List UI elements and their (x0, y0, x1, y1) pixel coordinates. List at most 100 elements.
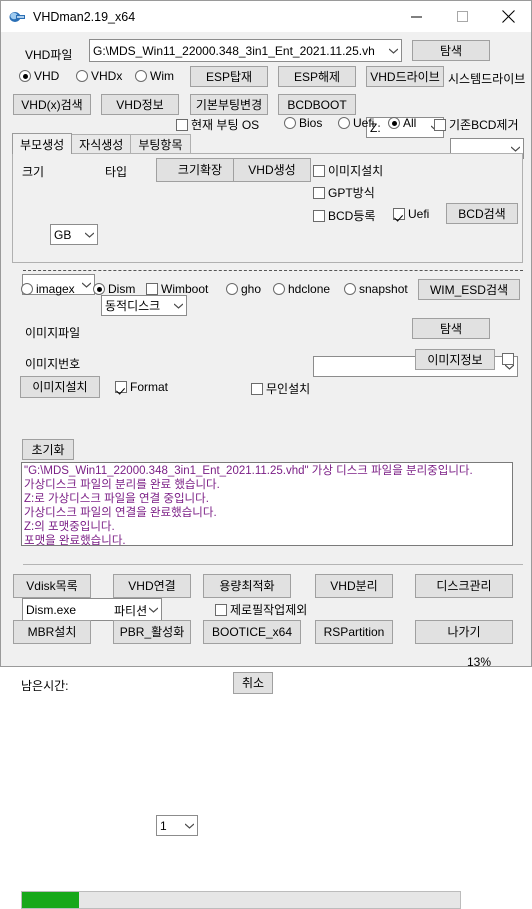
log-line[interactable]: 가상디스크 파일의 연결을 완료했습니다. (24, 506, 512, 520)
image-install-box (313, 164, 325, 177)
bcd-register-box (313, 209, 325, 222)
image-info-button[interactable]: 이미지정보 (415, 349, 495, 370)
exit-button[interactable]: 나가기 (415, 620, 513, 644)
radio-hdclone-label: hdclone (288, 282, 331, 296)
mbr-install-button[interactable]: MBR설치 (13, 620, 91, 644)
remove-bcd-box (434, 118, 446, 131)
radio-dism[interactable]: Dism (93, 282, 135, 296)
gpt-checkbox[interactable]: GPT방식 (313, 184, 375, 201)
close-icon[interactable] (485, 1, 531, 32)
current-boot-os-checkbox[interactable]: 현재 부팅 OS (176, 116, 259, 133)
separator-dashed (23, 270, 523, 271)
radio-bios-label: Bios (299, 116, 323, 130)
log-line[interactable]: "G:\MDS_Win11_22000.348_3in1_Ent_2021.11… (24, 464, 512, 478)
radio-all-label: All (403, 116, 417, 130)
unattend-label: 무인설치 (266, 382, 311, 396)
radio-vhd-dot (19, 70, 31, 82)
vhdfile-combo[interactable]: G:\MDS_Win11_22000.348_3in1_Ent_2021.11.… (89, 39, 402, 62)
vdisk-list-button[interactable]: Vdisk목록 (13, 574, 91, 598)
radio-gho[interactable]: gho (226, 282, 261, 296)
remove-bcd-label: 기존BCD제거 (449, 118, 519, 132)
reset-button[interactable]: 초기화 (22, 439, 74, 460)
app-icon (9, 9, 27, 25)
image-install-button[interactable]: 이미지설치 (20, 376, 100, 398)
pbr-activate-button[interactable]: PBR_활성화 (113, 620, 191, 644)
radio-hdclone-dot (273, 283, 285, 295)
uefi-label: Uefi (408, 207, 430, 221)
wimboot-box (146, 283, 158, 295)
format-label: Format (130, 380, 169, 394)
disk-type-combo[interactable]: 동적디스크 (101, 295, 187, 316)
title-bar: VHDman2.19_x64 (1, 1, 531, 33)
esp-unmount-button[interactable]: ESP해제 (278, 66, 356, 87)
radio-vhdx[interactable]: VHDx (76, 69, 122, 83)
radio-gho-dot (226, 283, 238, 295)
compact-button[interactable]: 용량최적화 (203, 574, 291, 598)
uefi-checkbox[interactable]: Uefi (393, 207, 429, 221)
image-install-label: 이미지설치 (328, 164, 384, 178)
vhd-detach-button[interactable]: VHD분리 (315, 574, 393, 598)
radio-all[interactable]: All (388, 116, 416, 130)
bcdboot-button[interactable]: BCDBOOT (278, 94, 356, 115)
size-unit-combo[interactable]: GB (50, 224, 98, 245)
chevron-down-icon (385, 48, 401, 54)
size-label: 크기 (22, 165, 45, 179)
skip-zerofill-checkbox[interactable]: 제로필작업제외 (215, 601, 307, 618)
bootice-button[interactable]: BOOTICE_x64 (203, 620, 301, 644)
log-line[interactable]: 가상디스크 파일의 분리를 완료 했습니다. (24, 478, 512, 492)
radio-dism-label: Dism (108, 282, 136, 296)
skip-zerofill-label: 제로필작업제외 (230, 603, 308, 617)
unattend-checkbox[interactable]: 무인설치 (251, 380, 310, 397)
radio-uefi-dot (338, 117, 350, 129)
radio-uefi[interactable]: Uefi (338, 116, 374, 130)
log-line[interactable]: Z:의 포맷중입니다. (24, 520, 512, 534)
radio-vhd[interactable]: VHD (19, 69, 59, 83)
rspartition-button[interactable]: RSPartition (315, 620, 393, 644)
app-window: VHDman2.19_x64 VHD파일 G:\MDS_Win11_22000.… (0, 0, 532, 909)
maximize-icon[interactable] (439, 1, 485, 32)
default-boot-change-button[interactable]: 기본부팅변경 (190, 94, 268, 115)
progress-fill (22, 892, 79, 908)
bcd-search-button[interactable]: BCD검색 (446, 203, 518, 224)
tab-parent-create[interactable]: 부모생성 (12, 133, 73, 154)
radio-imagex-label: imagex (36, 282, 75, 296)
radio-hdclone[interactable]: hdclone (273, 282, 330, 296)
disk-manage-button[interactable]: 디스크관리 (415, 574, 513, 598)
image-info-checkbox[interactable] (502, 353, 517, 365)
progress-bar (21, 891, 461, 909)
radio-wim[interactable]: Wim (135, 69, 174, 83)
radio-bios[interactable]: Bios (284, 116, 322, 130)
wim-esd-search-button[interactable]: WIM_ESD검색 (418, 279, 520, 300)
minimize-icon[interactable] (393, 1, 439, 32)
tab-child-create[interactable]: 자식생성 (71, 134, 132, 154)
radio-vhd-label: VHD (34, 69, 60, 83)
log-line[interactable]: Z:로 가상디스크 파일을 연결 중입니다. (24, 492, 512, 506)
radio-imagex[interactable]: imagex (21, 282, 75, 296)
wimboot-checkbox[interactable]: Wimboot (146, 282, 208, 296)
radio-vhdx-dot (76, 70, 88, 82)
radio-bios-dot (284, 117, 296, 129)
size-unit-value: GB (54, 227, 72, 242)
vhd-drive-label[interactable]: VHD드라이브 (366, 66, 444, 87)
vhd-attach-button[interactable]: VHD연결 (113, 574, 191, 598)
vhdx-search-button[interactable]: VHD(x)검색 (13, 94, 91, 115)
format-checkbox[interactable]: Format (115, 380, 168, 394)
remaining-time-label: 남은시간: (21, 679, 69, 693)
bcd-register-checkbox[interactable]: BCD등록 (313, 207, 375, 224)
log-line[interactable]: 포맷을 완료했습니다. (24, 534, 512, 545)
partition-value: 1 (160, 818, 167, 833)
radio-snapshot[interactable]: snapshot (344, 282, 408, 296)
log-output[interactable]: "G:\MDS_Win11_22000.348_3in1_Ent_2021.11… (21, 462, 513, 546)
cancel-button[interactable]: 취소 (233, 672, 273, 694)
remove-bcd-checkbox[interactable]: 기존BCD제거 (434, 116, 519, 133)
vhdfile-browse-button[interactable]: 탐색 (412, 40, 490, 61)
image-file-browse-button[interactable]: 탐색 (412, 318, 490, 339)
expand-size-button[interactable]: 크기확장 (156, 158, 244, 182)
tab-boot-entries[interactable]: 부팅항목 (130, 134, 191, 154)
vhd-info-button[interactable]: VHD정보 (101, 94, 179, 115)
image-install-checkbox[interactable]: 이미지설치 (313, 162, 383, 179)
chevron-down-icon (78, 282, 94, 288)
create-vhd-button[interactable]: VHD생성 (233, 158, 311, 182)
esp-mount-button[interactable]: ESP탑재 (190, 66, 268, 87)
partition-combo[interactable]: 1 (156, 815, 198, 836)
